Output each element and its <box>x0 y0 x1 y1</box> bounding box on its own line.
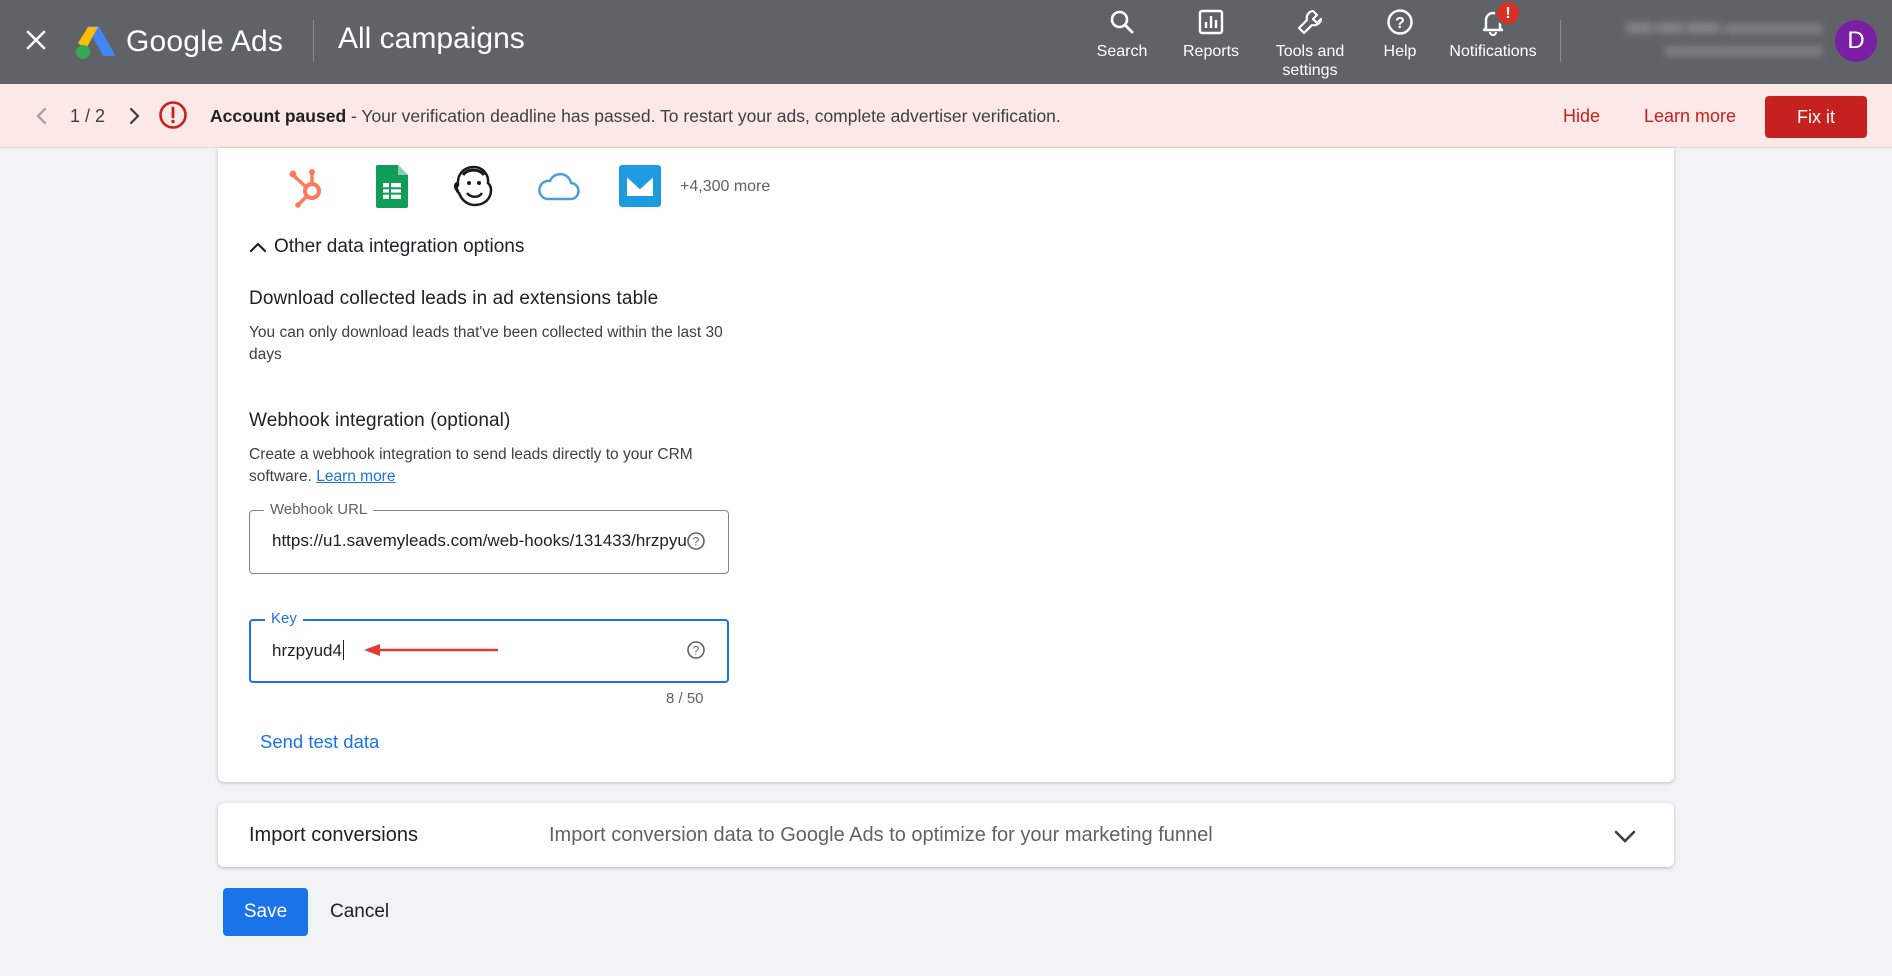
google-ads-logo[interactable]: Google Ads <box>74 20 283 64</box>
help-circle-icon: ? <box>687 641 705 659</box>
close-icon <box>26 30 46 50</box>
alert-icon <box>158 100 188 135</box>
other-options-label: Other data integration options <box>274 236 525 257</box>
wrench-icon <box>1297 9 1323 35</box>
annotation-arrow-icon <box>364 644 498 656</box>
cancel-button[interactable]: Cancel <box>330 901 389 923</box>
google-sheets-icon[interactable] <box>368 162 416 210</box>
search-icon <box>1110 10 1134 34</box>
text-caret <box>342 640 344 660</box>
import-expand-button[interactable] <box>1612 823 1638 854</box>
webhook-url-field[interactable]: Webhook URL https://u1.savemyleads.com/w… <box>249 501 729 574</box>
chevron-right-icon <box>129 107 140 125</box>
other-integration-options-toggle[interactable]: Other data integration options <box>248 236 524 258</box>
cloud-icon[interactable] <box>534 162 582 210</box>
import-conversions-description: Import conversion data to Google Ads to … <box>549 824 1213 846</box>
mailchimp-icon[interactable] <box>450 162 498 210</box>
notifications-badge: ! <box>1495 0 1521 26</box>
reports-label: Reports <box>1182 43 1240 60</box>
integrations-more[interactable]: +4,300 more <box>680 178 770 196</box>
banner-message: Account paused - Your verification deadl… <box>210 106 1061 127</box>
svg-text:?: ? <box>693 644 700 658</box>
learn-more-button[interactable]: Learn more <box>1644 106 1736 127</box>
search-button[interactable]: Search <box>1096 8 1148 61</box>
banner-title: Account paused <box>210 106 347 126</box>
webhook-url-label: Webhook URL <box>264 501 374 518</box>
avatar[interactable]: D <box>1835 20 1877 62</box>
chevron-left-icon <box>36 107 47 125</box>
notifications-label: Notifications <box>1449 43 1537 60</box>
tools-settings-label: Tools and settings <box>1275 43 1345 79</box>
help-circle-icon: ? <box>687 532 705 550</box>
download-leads-description: You can only download leads that've been… <box>249 324 723 363</box>
key-input-value: hrzpyud4 <box>272 641 342 660</box>
banner-text: - Your verification deadline has passed.… <box>346 106 1061 126</box>
top-app-bar: Google Ads All campaigns Search Reports … <box>0 0 1892 84</box>
reports-button[interactable]: Reports <box>1176 8 1246 61</box>
webhook-url-help-button[interactable]: ? <box>686 531 706 556</box>
page-title: All campaigns <box>338 22 525 55</box>
account-paused-banner: 1 / 2 Account paused - Your verification… <box>0 84 1892 148</box>
reports-icon <box>1198 9 1224 35</box>
email-icon[interactable] <box>616 162 664 210</box>
send-test-data-button[interactable]: Send test data <box>260 731 379 753</box>
notifications-button[interactable]: Notifications ! <box>1444 0 1542 61</box>
webhook-description: Create a webhook integration to send lea… <box>249 444 729 488</box>
account-info-redacted[interactable]: 000-000-0000 xxxxxxxxxxxxx xxxxxxxxxxxxx… <box>1582 18 1822 62</box>
close-button[interactable] <box>18 22 54 58</box>
lead-form-settings-card: +4,300 more Other data integration optio… <box>218 148 1674 782</box>
banner-next-button[interactable] <box>122 104 146 133</box>
header-divider <box>313 20 314 62</box>
chevron-down-icon <box>1614 830 1636 843</box>
webhook-learn-more-link[interactable]: Learn more <box>316 468 395 485</box>
fix-it-button[interactable]: Fix it <box>1765 96 1867 138</box>
key-label: Key <box>265 610 303 627</box>
help-label: Help <box>1383 43 1417 60</box>
download-leads-title: Download collected leads in ad extension… <box>249 288 659 309</box>
hubspot-icon[interactable] <box>284 162 332 210</box>
import-conversions-title: Import conversions <box>249 824 418 846</box>
svg-text:?: ? <box>1395 15 1405 32</box>
webhook-title: Webhook integration (optional) <box>249 410 511 431</box>
help-button[interactable]: ? Help <box>1376 8 1424 61</box>
logo-text: Google Ads <box>126 25 284 58</box>
header-divider-right <box>1560 20 1561 62</box>
banner-pager: 1 / 2 <box>70 106 106 126</box>
search-label: Search <box>1096 43 1148 60</box>
tools-settings-button[interactable]: Tools and settings <box>1268 8 1352 80</box>
save-button[interactable]: Save <box>223 888 308 936</box>
help-icon: ? <box>1387 9 1413 35</box>
key-help-button[interactable]: ? <box>686 640 706 665</box>
banner-prev-button[interactable] <box>30 104 54 133</box>
svg-text:?: ? <box>693 535 700 549</box>
import-conversions-section[interactable]: Import conversions Import conversion dat… <box>218 803 1674 867</box>
google-ads-logo-icon <box>76 26 115 59</box>
webhook-url-input[interactable]: https://u1.savemyleads.com/web-hooks/131… <box>272 531 688 551</box>
key-char-counter: 8 / 50 <box>666 690 704 707</box>
hide-button[interactable]: Hide <box>1563 106 1600 127</box>
chevron-up-icon <box>249 242 267 253</box>
